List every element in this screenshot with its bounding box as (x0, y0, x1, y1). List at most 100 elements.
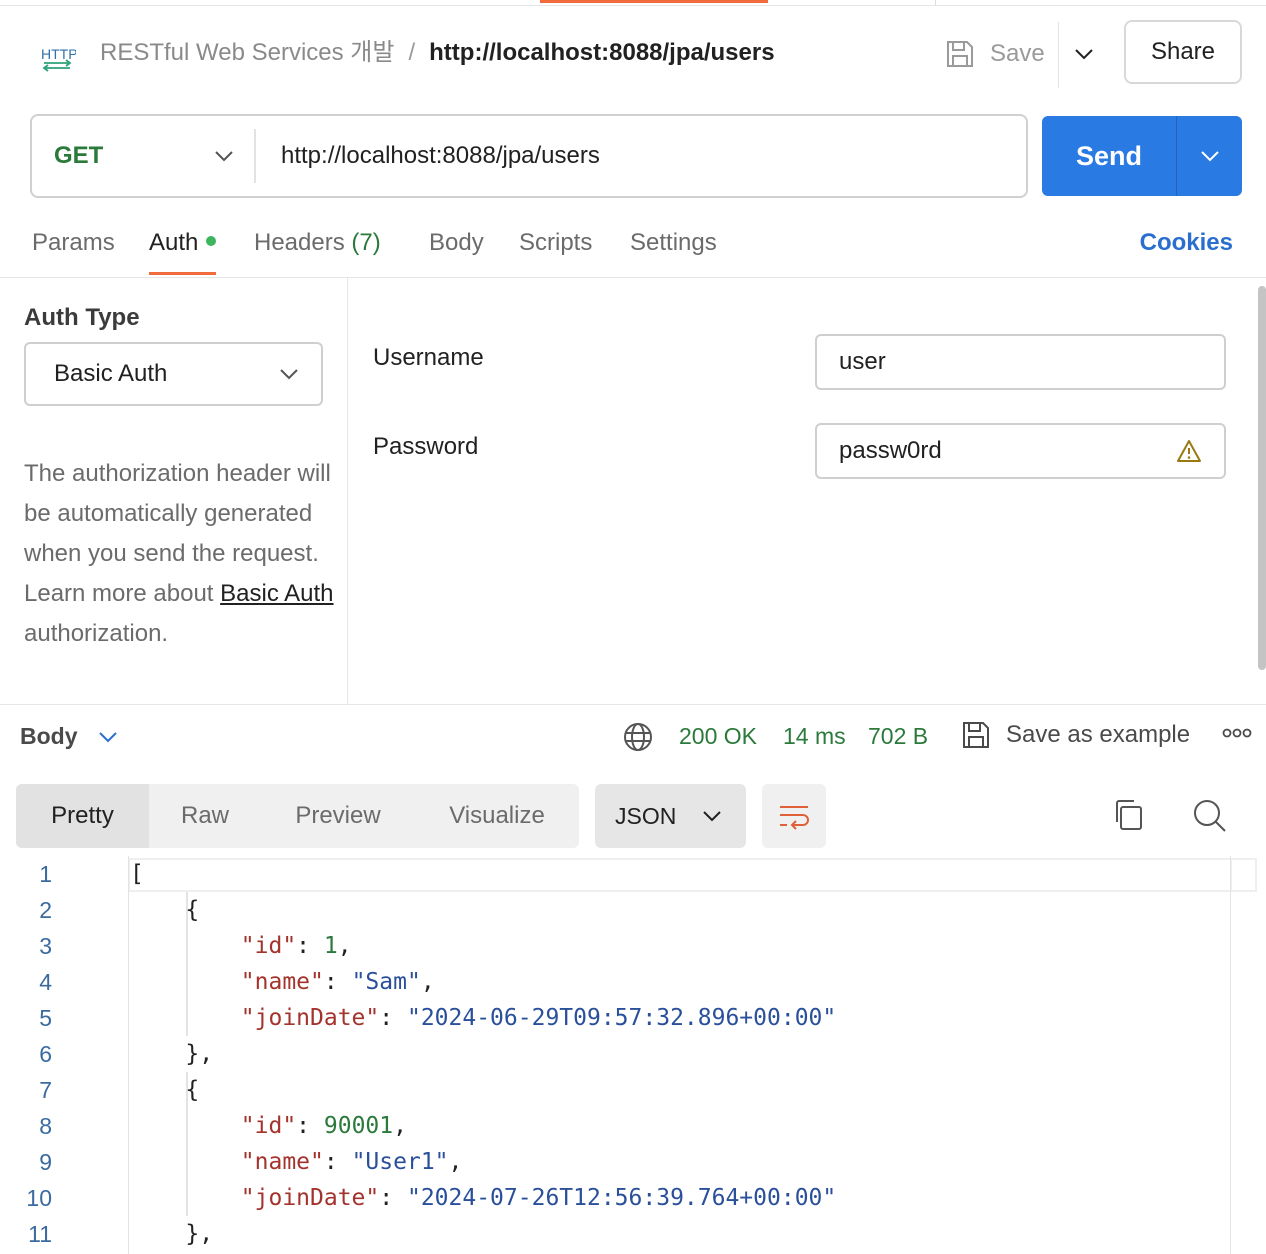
response-size[interactable]: 702 B (868, 723, 928, 750)
auth-description-tail: authorization. (24, 620, 169, 647)
tab-headers[interactable]: Headers (7) (254, 229, 381, 275)
view-visualize[interactable]: Visualize (415, 784, 579, 848)
code-text: "joinDate": "2024-06-29T09:57:32.896+00:… (240, 1005, 837, 1031)
code-text: { (130, 1077, 200, 1103)
line-number: 10 (26, 1185, 52, 1211)
line-number: 4 (39, 969, 52, 995)
password-field[interactable]: passw0rd (815, 423, 1226, 479)
format-select[interactable]: JSON (595, 784, 746, 848)
code-text: { (130, 897, 200, 923)
line-number: 3 (39, 933, 52, 959)
send-button[interactable]: Send (1042, 116, 1176, 196)
method-select[interactable]: GET (32, 116, 254, 196)
search-icon[interactable] (1192, 798, 1228, 834)
tab-params[interactable]: Params (32, 229, 115, 275)
view-preview[interactable]: Preview (261, 784, 415, 848)
code-text: "name": "User1", (240, 1149, 463, 1175)
line-number: 8 (39, 1113, 52, 1139)
response-body-select[interactable]: Body (20, 723, 118, 750)
username-field[interactable]: user (815, 334, 1226, 390)
tab-auth[interactable]: Auth (149, 229, 217, 275)
active-tab-indicator (540, 0, 768, 3)
basic-auth-link[interactable]: Basic Auth (220, 580, 333, 607)
tab-divider (935, 0, 936, 5)
code-line: 5 "joinDate": "2024-06-29T09:57:32.896+0… (0, 1000, 1230, 1036)
code-line: 2 { (0, 892, 1230, 928)
headers-count: (7) (351, 229, 381, 256)
view-mode-tabs: Pretty Raw Preview Visualize (16, 784, 579, 848)
code-line: 4 "name": "Sam", (0, 964, 1230, 1000)
active-dot-icon (206, 236, 217, 246)
request-tabs: Params Auth Headers (7) Body Scripts Set… (0, 212, 1266, 278)
auth-fields-panel: Username user Password passw0rd (349, 278, 1266, 704)
code-text: [ (130, 861, 144, 887)
password-value: passw0rd (839, 437, 942, 464)
code-text: "id": 1, (240, 933, 352, 959)
code-text: "name": "Sam", (240, 969, 435, 995)
current-line-highlight-end (1230, 858, 1257, 892)
wrap-lines-button[interactable] (762, 784, 826, 848)
http-icon: HTTP (41, 46, 76, 72)
tab-body[interactable]: Body (429, 229, 484, 275)
line-number: 2 (39, 897, 52, 923)
code-text: "id": 90001, (240, 1113, 407, 1139)
tab-headers-label: Headers (254, 229, 345, 256)
response-body-label: Body (20, 723, 78, 749)
line-number: 9 (39, 1149, 52, 1175)
username-value: user (839, 348, 886, 375)
editor-scroll-edge (1230, 856, 1231, 1254)
save-button[interactable]: Save (944, 34, 1045, 74)
share-button[interactable]: Share (1124, 20, 1242, 84)
line-number: 1 (39, 861, 52, 887)
response-time[interactable]: 14 ms (783, 723, 846, 750)
send-options-button[interactable] (1176, 116, 1242, 196)
tab-settings[interactable]: Settings (630, 229, 717, 275)
line-number: 5 (39, 1005, 52, 1031)
save-icon (963, 722, 989, 748)
format-value: JSON (615, 802, 677, 829)
chevron-down-icon (1075, 49, 1093, 60)
auth-type-value: Basic Auth (54, 360, 168, 387)
code-text: }, (130, 1041, 214, 1067)
chevron-down-icon (703, 811, 721, 822)
warning-icon[interactable] (1176, 439, 1202, 463)
status-code[interactable]: 200 OK (679, 723, 757, 750)
auth-type-select[interactable]: Basic Auth (24, 342, 323, 406)
tab-scripts[interactable]: Scripts (519, 229, 592, 275)
globe-icon[interactable] (622, 721, 654, 753)
save-as-example-label: Save as example (1006, 721, 1191, 748)
response-code-editor[interactable]: 1[2 {3 "id": 1, 4 "name": "Sam", 5 "joinDa… (0, 856, 1266, 1254)
auth-description: The authorization header will be automat… (24, 454, 334, 654)
save-icon (947, 41, 973, 67)
view-pretty[interactable]: Pretty (16, 784, 149, 848)
code-line: 7 { (0, 1072, 1230, 1108)
line-number: 6 (39, 1041, 52, 1067)
line-number: 7 (39, 1077, 52, 1103)
chevron-down-icon (98, 731, 117, 742)
cookies-link[interactable]: Cookies (1140, 229, 1233, 257)
code-line: 10 "joinDate": "2024-07-26T12:56:39.764+… (0, 1180, 1230, 1216)
password-label: Password (373, 433, 479, 460)
divider (1058, 22, 1059, 88)
username-label: Username (373, 344, 484, 371)
url-input[interactable] (256, 116, 1026, 196)
breadcrumb-separator: / (408, 39, 416, 66)
request-header: HTTP RESTful Web Services 개발 / http://lo… (0, 6, 1266, 106)
auth-type-label: Auth Type (24, 304, 140, 331)
save-options-button[interactable] (1070, 38, 1098, 70)
url-bar: GET (30, 114, 1028, 198)
collection-name[interactable]: RESTful Web Services 개발 (100, 38, 394, 68)
code-line: 8 "id": 90001, (0, 1108, 1230, 1144)
view-raw[interactable]: Raw (149, 784, 261, 848)
more-options-icon[interactable] (1222, 727, 1252, 739)
wrap-lines-icon (780, 806, 809, 830)
copy-icon[interactable] (1112, 798, 1146, 832)
request-name[interactable]: http://localhost:8088/jpa/users (429, 38, 774, 68)
code-line: 1[ (0, 856, 1230, 892)
breadcrumb: RESTful Web Services 개발 / http://localho… (100, 38, 775, 68)
code-line: 3 "id": 1, (0, 928, 1230, 964)
code-line: 11 }, (0, 1216, 1230, 1252)
save-as-example-button[interactable]: Save as example (960, 719, 1190, 751)
scrollbar[interactable] (1258, 286, 1266, 670)
save-label: Save (990, 40, 1045, 67)
